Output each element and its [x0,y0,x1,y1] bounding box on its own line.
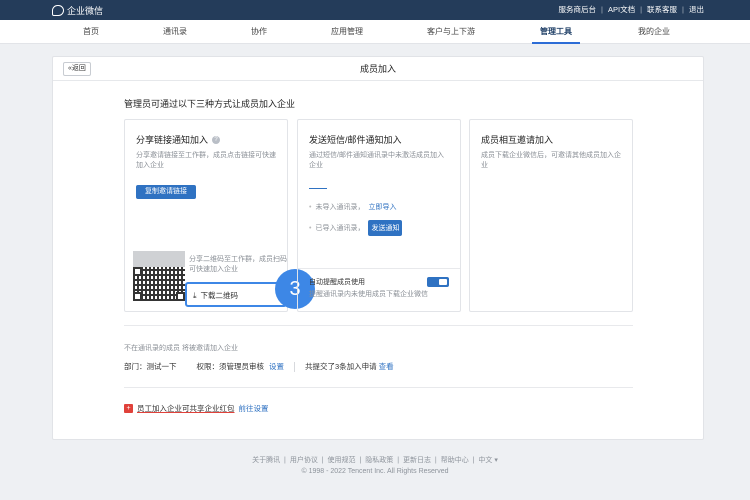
footer-privacy-link[interactable]: 隐私政策 [365,457,393,464]
applications-count: 共提交了3条加入申请 [305,362,377,371]
divider: | [640,5,643,14]
option-title: 成员相互邀请加入 [481,133,553,146]
qr-finder-pattern [133,267,142,276]
main-nav: 首页 通讯录 协作 应用管理 客户与上下游 管理工具 我的企业 [0,20,750,44]
copy-invite-link-button[interactable]: 复制邀请链接 [136,185,196,199]
nav-contacts[interactable]: 通讯录 [163,20,187,44]
perm-value: 须管理员审核 [219,362,264,371]
footer-usage-link[interactable]: 使用规范 [328,457,356,464]
nav-app-management[interactable]: 应用管理 [331,20,363,44]
section-divider [124,387,633,388]
nav-management-tools[interactable]: 管理工具 [532,20,580,44]
auto-remind-desc: 提醒通讯录内未使用成员下载企业微信 [309,291,428,298]
imported-row: • 已导入通讯录， 发送通知 [309,220,403,236]
qr-code [133,267,185,301]
share-link-title: 分享链接通知加入 [136,135,209,145]
option-title: 发送短信/邮件通知加入 [309,133,402,146]
copyright: © 1998 - 2022 Tencent Inc. All Rights Re… [301,468,449,475]
top-bar: 企业微信 服务商后台 | API文档 | 联系客服 | 退出 [0,0,750,20]
brand-name: 企业微信 [67,5,104,16]
red-packet-text: 员工加入企业可共享企业红包 [137,404,235,413]
card-header: «返回 成员加入 [53,57,703,81]
send-notice-button[interactable]: 发送通知 [368,220,403,236]
footer-terms-link[interactable]: 用户协议 [290,457,318,464]
divider: | [601,5,603,14]
provider-console-link[interactable]: 服务商后台 [559,4,597,15]
sms-email-option: 发送短信/邮件通知加入 通过短信/邮件通知通讯录中未激活成员加入企业 • 未导入… [297,119,461,312]
footer-help-link[interactable]: 帮助中心 [441,457,469,464]
sms-email-desc: 通过短信/邮件通知通讯录中未激活成员加入企业 [309,152,444,169]
auto-remind-toggle[interactable] [427,277,449,287]
nav-my-enterprise[interactable]: 我的企业 [638,20,670,44]
language-selector[interactable]: 中文 ▾ [478,457,497,464]
auto-remind-label: 自动提醒成员使用 [309,279,365,286]
perm-label: 权限： [196,362,220,371]
footer-changelog-link[interactable]: 更新日志 [403,457,431,464]
member-join-card: «返回 成员加入 管理员可通过以下三种方式让成员加入企业 分享链接通知加入 ? … [52,56,704,440]
download-qr-content: ⤓ 下载二维码 [193,290,238,301]
top-links: 服务商后台 | API文档 | 联系客服 | 退出 [559,4,704,15]
not-imported-text: 未导入通讯录， [315,204,365,211]
import-now-link[interactable]: 立即导入 [368,202,396,212]
nav-customers[interactable]: 客户与上下游 [427,20,475,44]
download-qr-label: 下载二维码 [200,291,239,300]
divider [294,361,295,372]
download-icon: ⤓ [193,290,197,300]
bullet-icon: • [309,224,312,232]
not-imported-row: • 未导入通讯录， 立即导入 [309,202,396,212]
mutual-invite-option: 成员相互邀请加入 成员下载企业微信后，可邀请其他成员加入企业 [469,119,633,312]
api-docs-link[interactable]: API文档 [608,4,635,15]
view-applications-link[interactable]: 查看 [379,361,394,372]
divider: | [682,5,684,14]
nav-collaboration[interactable]: 协作 [251,20,267,44]
mutual-invite-title: 成员相互邀请加入 [481,135,554,145]
footer-about-link[interactable]: 关于腾讯 [252,457,280,464]
red-packet-settings-link[interactable]: 前往设置 [239,403,269,414]
footer-links: 关于腾讯 | 用户协议 | 使用规范 | 隐私政策 | 更新日志 | 帮助中心 … [252,457,498,464]
page-title: 成员加入 [359,64,396,74]
bullet-icon: • [309,203,312,211]
download-qr-button[interactable]: ⤓ 下载二维码 [185,282,287,307]
help-icon[interactable]: ? [212,135,221,144]
auto-remind-row: 自动提醒成员使用 提醒通讯录内未使用成员下载企业微信 [298,268,460,313]
imported-text: 已导入通讯录， [315,225,365,232]
red-packet-row: + 员工加入企业可共享企业红包 前往设置 [124,403,269,414]
dept-value: 测试一下 [146,362,177,371]
share-link-desc: 分享邀请链接至工作群，成员点击链接可快速加入企业 [136,152,276,169]
perm-settings-link[interactable]: 设置 [269,361,284,372]
logout-link[interactable]: 退出 [689,4,704,15]
sms-email-title: 发送短信/邮件通知加入 [309,135,402,145]
qr-desc: 分享二维码至工作群，成员扫码可快速加入企业 [189,256,287,273]
intro-text: 管理员可通过以下三种方式让成员加入企业 [124,99,296,109]
mutual-invite-desc: 成员下载企业微信后，可邀请其他成员加入企业 [481,152,621,169]
dept-label: 部门： [124,362,147,371]
qr-finder-pattern [176,292,185,301]
accent-line [309,188,327,189]
qr-finder-pattern [133,292,142,301]
qr-placeholder [133,251,185,267]
invite-settings-label: 不在通讯录的成员 将被邀请加入企业 [124,345,238,352]
nav-home[interactable]: 首页 [83,20,99,44]
red-packet-icon: + [124,404,133,413]
invite-settings-row: 部门： 测试一下 权限： 须管理员审核 设置 共提交了3条加入申请 查看 [124,361,394,372]
option-title: 分享链接通知加入 ? [136,133,221,146]
wecom-logo-icon [52,4,64,16]
brand-logo[interactable]: 企业微信 [52,3,103,17]
contact-support-link[interactable]: 联系客服 [647,4,677,15]
section-divider [124,325,633,326]
